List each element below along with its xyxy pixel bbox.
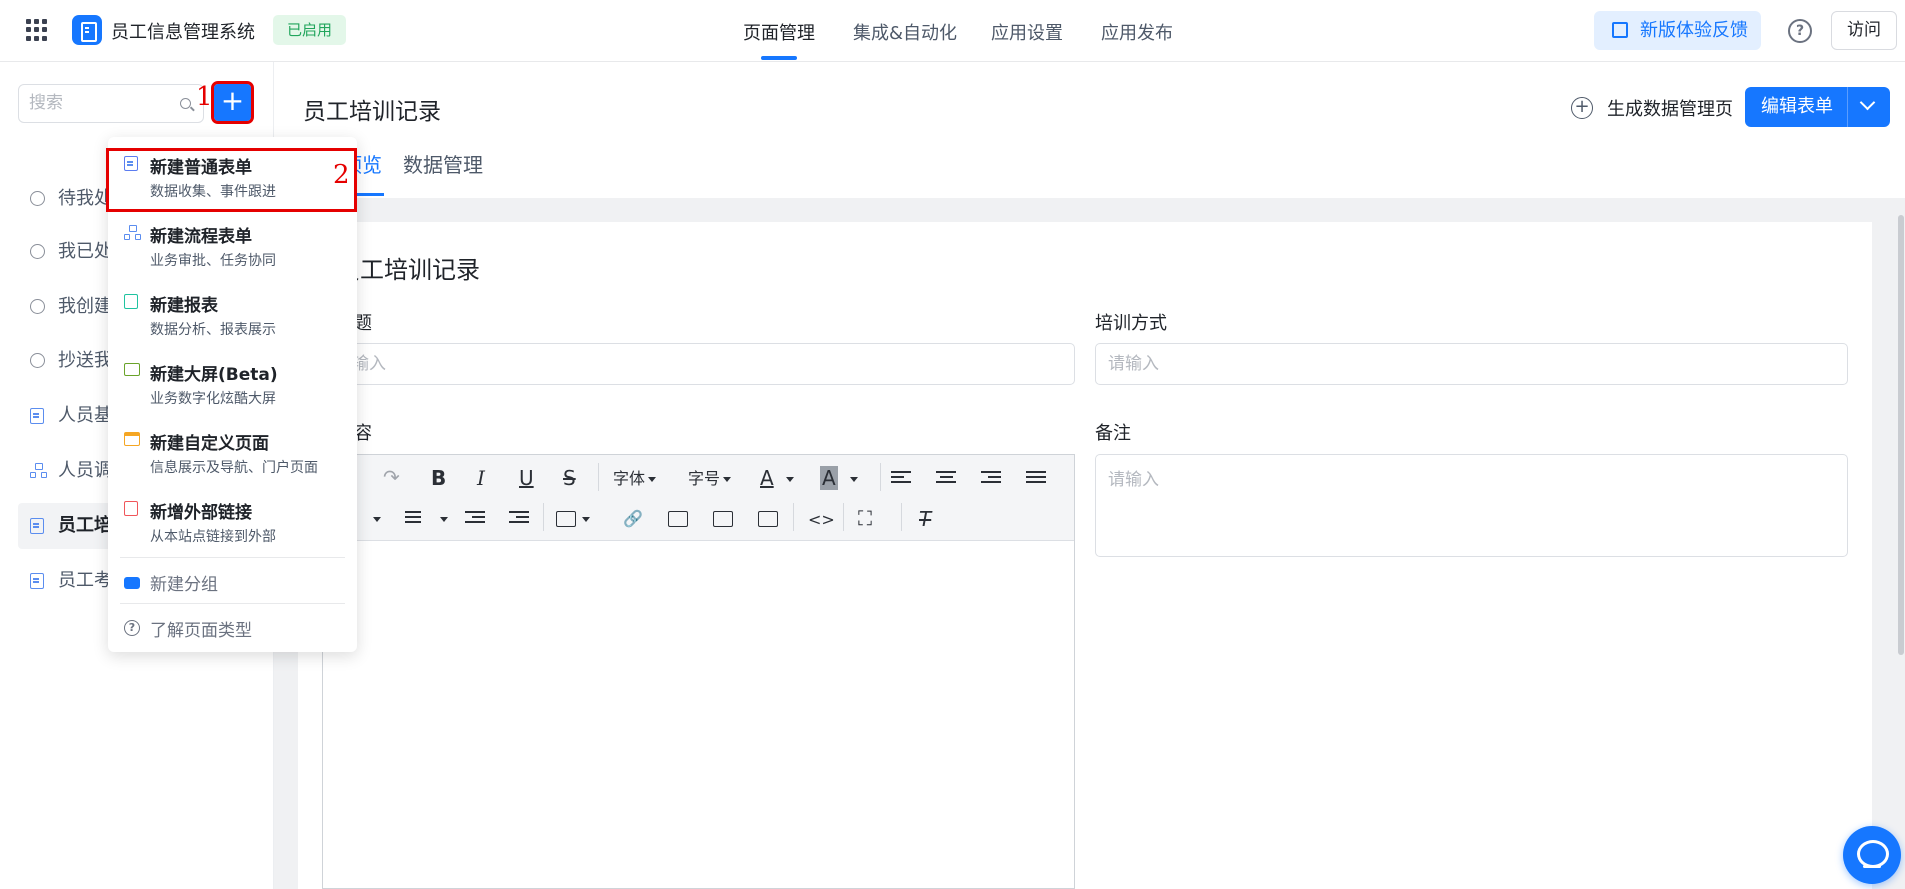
search-box [18, 84, 204, 123]
indent-icon[interactable] [509, 511, 529, 527]
visit-button[interactable]: 访问 [1831, 11, 1897, 50]
add-page-button[interactable]: + [211, 81, 254, 124]
underline-button[interactable]: U [519, 466, 534, 490]
top-bar: 员工信息管理系统 已启用 页面管理 集成&自动化 应用设置 应用发布 新版体验反… [0, 0, 1905, 62]
tab-data-management[interactable]: 数据管理 [403, 149, 483, 178]
table-icon[interactable] [556, 511, 576, 527]
generate-data-page-link[interactable]: + 生成数据管理页 [1571, 95, 1733, 121]
status-badge: 已启用 [273, 15, 347, 45]
app-grid-icon[interactable] [26, 19, 48, 41]
help-icon[interactable]: ? [1788, 19, 1812, 43]
menu-item-new-custom-page[interactable]: 新建自定义页面 信息展示及导航、门户页面 [108, 423, 357, 489]
bold-button[interactable]: B [431, 466, 446, 490]
help-icon: ? [124, 620, 140, 636]
link-icon [124, 501, 138, 516]
feedback-button[interactable]: 新版体验反馈 [1594, 11, 1761, 50]
clear-format-icon[interactable]: T [919, 507, 931, 531]
chevron-down-icon[interactable] [1859, 94, 1876, 111]
align-justify-icon[interactable] [1026, 471, 1046, 487]
title-input[interactable]: 请输入 [322, 343, 1075, 385]
editor-toolbar: ↷ B I U S 字体 字号 A A ⋮ 🔗 <> ⛶ T [323, 455, 1074, 541]
nav-integration[interactable]: 集成&自动化 [853, 19, 957, 45]
image-icon[interactable] [668, 511, 688, 527]
app-logo-icon [72, 15, 102, 45]
nav-active-indicator [761, 56, 797, 60]
rich-text-editor[interactable]: ↷ B I U S 字体 字号 A A ⋮ 🔗 <> ⛶ T [322, 454, 1075, 889]
chat-support-icon[interactable] [1843, 826, 1901, 884]
strikethrough-button[interactable]: S [563, 466, 576, 490]
menu-item-new-screen[interactable]: 新建大屏(Beta) 业务数字化炫酷大屏 [108, 354, 357, 420]
form-title: 员工培训记录 [336, 256, 480, 284]
app-name: 员工信息管理系统 [111, 22, 255, 43]
menu-item-new-report[interactable]: 新建报表 数据分析、报表展示 [108, 285, 357, 351]
flow-icon [30, 463, 46, 478]
page-title: 员工培训记录 [303, 99, 441, 125]
menu-item-learn-types[interactable]: 了解页面类型 [150, 616, 252, 641]
code-icon[interactable]: <> [808, 508, 835, 532]
remark-label: 备注 [1095, 423, 1131, 444]
clock-icon [30, 191, 45, 206]
screen-icon [124, 363, 140, 376]
menu-item-new-external-link[interactable]: 新增外部链接 从本站点链接到外部 [108, 492, 357, 558]
menu-item-new-group[interactable]: 新建分组 [150, 570, 218, 595]
annotation-2: 2 [333, 160, 350, 190]
highlight-box [106, 148, 357, 212]
align-right-icon[interactable] [981, 471, 1001, 487]
folder-icon [124, 577, 140, 589]
italic-button[interactable]: I [477, 466, 485, 490]
outdent-icon[interactable] [465, 511, 485, 527]
align-center-icon[interactable] [936, 471, 956, 487]
menu-item-new-flow-form[interactable]: 新建流程表单 业务审批、任务协同 [108, 216, 357, 282]
bg-color-button[interactable]: A [820, 466, 858, 490]
send-icon [30, 353, 45, 368]
flow-icon [124, 225, 138, 240]
form-icon [30, 518, 44, 534]
font-size-select[interactable]: 字号 [688, 467, 732, 491]
annotation-1: 1 [196, 82, 213, 112]
method-input[interactable]: 请输入 [1095, 343, 1848, 385]
nav-app-publish[interactable]: 应用发布 [1101, 19, 1173, 45]
remark-textarea[interactable]: 请输入 [1095, 454, 1848, 557]
search-icon[interactable] [180, 98, 191, 109]
user-check-icon [30, 244, 45, 259]
edit-icon [1612, 22, 1628, 38]
plus-circle-icon: + [1571, 97, 1593, 119]
fullscreen-icon[interactable]: ⛶ [858, 506, 872, 530]
redo-icon[interactable]: ↷ [383, 465, 400, 489]
form-icon [30, 573, 44, 589]
align-left-icon[interactable] [891, 471, 911, 487]
font-color-button[interactable]: A [760, 466, 794, 490]
video-icon[interactable] [713, 511, 733, 527]
image-edit-icon[interactable] [758, 511, 778, 527]
nav-page-management[interactable]: 页面管理 [743, 19, 815, 45]
user-icon [30, 299, 45, 314]
report-icon [124, 294, 138, 309]
form-icon [30, 408, 44, 424]
link-icon[interactable]: 🔗 [623, 507, 643, 531]
custom-page-icon [124, 432, 140, 446]
method-label: 培训方式 [1095, 313, 1167, 334]
ordered-list-icon[interactable] [405, 511, 425, 527]
edit-form-button[interactable]: 编辑表单 [1745, 87, 1890, 127]
new-page-menu: 新建普通表单 数据收集、事件跟进 新建流程表单 业务审批、任务协同 新建报表 数… [108, 137, 357, 652]
scrollbar[interactable] [1898, 215, 1904, 655]
font-family-select[interactable]: 字体 [613, 467, 657, 491]
nav-app-settings[interactable]: 应用设置 [991, 19, 1063, 45]
search-input[interactable] [29, 93, 169, 113]
